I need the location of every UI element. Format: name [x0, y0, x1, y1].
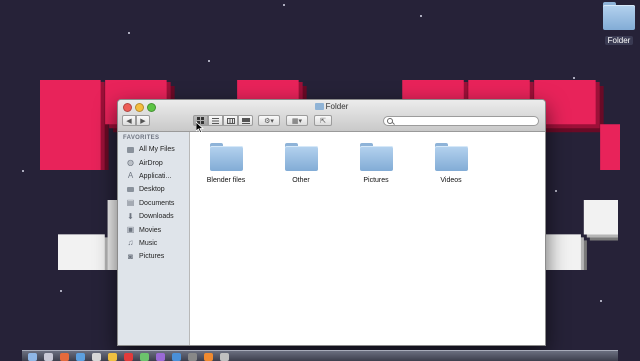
star [555, 190, 557, 192]
star [128, 32, 130, 34]
window-title-text: Folder [325, 102, 349, 111]
window-titlebar[interactable]: Folder ◀ ▶ ⚙▾ ▦▾ ⇱ [118, 100, 545, 132]
sidebar-item-label: All My Files [139, 146, 175, 154]
sidebar-item-all-my-files[interactable]: All My Files [118, 143, 189, 156]
forward-arrow-icon: ▶ [140, 117, 146, 125]
folder-item-label: Other [292, 177, 310, 184]
star [22, 170, 24, 172]
pictures-icon: ◙ [128, 251, 133, 261]
action-menu-button[interactable]: ⚙▾ [258, 115, 280, 126]
sidebar-item-pictures[interactable]: ◙ Pictures [118, 250, 189, 263]
folder-item-pictures[interactable]: Pictures [348, 143, 404, 184]
folder-item-label: Pictures [363, 177, 389, 184]
desktop-folder-label: Folder [604, 36, 634, 45]
folder-item-label: Videos [440, 177, 462, 184]
coverflow-view-icon [241, 117, 250, 124]
search-icon [387, 118, 393, 124]
files-icon [126, 146, 135, 154]
share-button[interactable]: ⇱ [314, 115, 332, 126]
sidebar-item-label: Applicati... [139, 172, 172, 180]
arrange-menu-button[interactable]: ▦▾ [286, 115, 308, 126]
star [60, 290, 62, 292]
sidebar-item-label: Downloads [139, 213, 174, 221]
sidebar-item-label: Music [139, 239, 158, 247]
finder-window: Folder ◀ ▶ ⚙▾ ▦▾ ⇱ FAVORITES All My File… [117, 99, 546, 346]
sidebar-item-applications[interactable]: A Applicati... [118, 170, 189, 183]
sidebar-heading-favorites: FAVORITES [123, 135, 160, 141]
folder-icon [284, 143, 318, 171]
sidebar-item-label: Movies [139, 226, 162, 234]
column-view-icon [226, 117, 235, 124]
star [283, 4, 285, 6]
desktop-folder[interactable]: Folder [600, 2, 638, 48]
desktop-icon [126, 186, 135, 194]
folder-icon [603, 2, 635, 30]
sidebar-item-label: Desktop [139, 186, 165, 194]
sidebar: FAVORITES All My Files ◍ AirDrop A Applica… [118, 132, 190, 345]
back-arrow-icon: ◀ [126, 117, 132, 125]
sidebar-item-label: AirDrop [139, 159, 163, 167]
folder-icon [434, 143, 468, 171]
folder-item-blender-files[interactable]: Blender files [198, 143, 254, 184]
star [600, 300, 602, 302]
dock [22, 350, 618, 361]
sidebar-item-documents[interactable]: ▤ Documents [118, 197, 189, 210]
list-view-button[interactable] [208, 115, 223, 126]
sidebar-item-label: Documents [139, 199, 175, 207]
applications-icon: A [127, 171, 134, 181]
sidebar-item-downloads[interactable]: ⬇ Downloads [118, 210, 189, 223]
sidebar-item-music[interactable]: ♫ Music [118, 237, 189, 250]
file-browser-content: Blender files Other Pictures Videos [190, 132, 545, 345]
music-icon: ♫ [127, 238, 134, 248]
folder-item-videos[interactable]: Videos [423, 143, 479, 184]
column-view-button[interactable] [223, 115, 238, 126]
star [573, 77, 575, 79]
sidebar-item-movies[interactable]: ▣ Movies [118, 223, 189, 236]
sidebar-item-airdrop[interactable]: ◍ AirDrop [118, 156, 189, 169]
folder-icon [314, 103, 324, 110]
sidebar-item-desktop[interactable]: Desktop [118, 183, 189, 196]
grid-icon: ▦▾ [291, 117, 303, 125]
documents-icon: ▤ [126, 198, 135, 208]
folder-item-other[interactable]: Other [273, 143, 329, 184]
share-icon: ⇱ [320, 117, 326, 125]
folder-icon [209, 143, 243, 171]
window-title: Folder [118, 102, 545, 111]
folder-item-label: Blender files [206, 177, 246, 184]
back-button[interactable]: ◀ [122, 115, 136, 126]
star [420, 15, 422, 17]
downloads-icon: ⬇ [127, 211, 134, 221]
search-field[interactable] [383, 116, 539, 126]
gear-icon: ⚙▾ [264, 117, 274, 125]
sidebar-item-label: Pictures [139, 253, 165, 261]
movies-icon: ▣ [126, 225, 135, 235]
list-view-icon [212, 117, 219, 124]
folder-icon [359, 143, 393, 171]
star [208, 60, 210, 62]
forward-button[interactable]: ▶ [136, 115, 150, 126]
airdrop-icon: ◍ [127, 158, 134, 168]
coverflow-view-button[interactable] [238, 115, 253, 126]
